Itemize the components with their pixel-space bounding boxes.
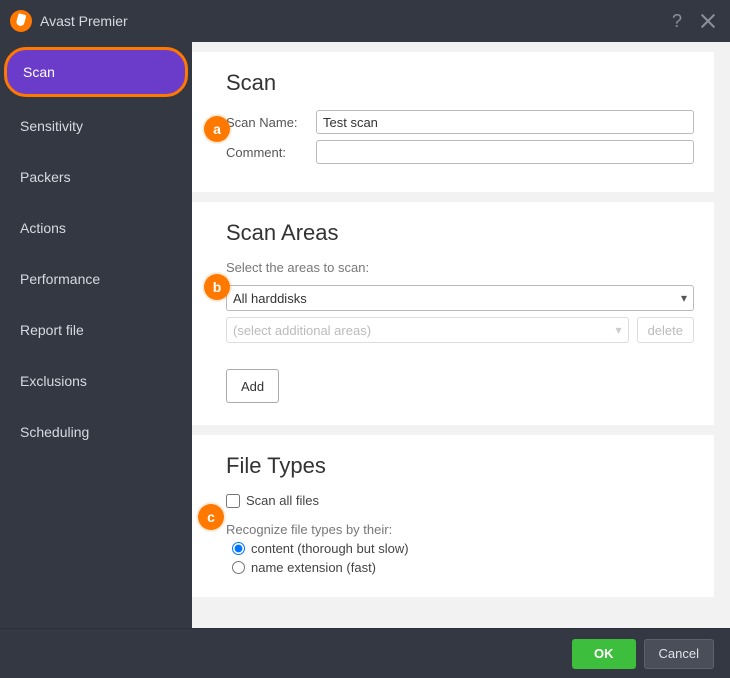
radio-name-ext[interactable] (232, 561, 245, 574)
window-title: Avast Premier (40, 13, 128, 29)
sidebar-item-label: Exclusions (20, 373, 87, 389)
sidebar-item-label: Report file (20, 322, 84, 338)
card-file-types: File Types Scan all files Recognize file… (192, 435, 714, 597)
row-scan-all[interactable]: Scan all files (226, 493, 694, 508)
sidebar-item-sensitivity[interactable]: Sensitivity (4, 101, 188, 151)
titlebar: Avast Premier ? (0, 0, 730, 42)
sidebar-item-label: Scan (23, 64, 55, 80)
sidebar-item-label: Scheduling (20, 424, 89, 440)
additional-areas-placeholder: (select additional areas) (233, 323, 371, 338)
label-scan-name: Scan Name: (226, 115, 316, 130)
row-additional: (select additional areas) ▾ delete (226, 317, 694, 343)
scan-all-checkbox[interactable] (226, 494, 240, 508)
comment-input[interactable] (316, 140, 694, 164)
row-scan-name: Scan Name: (226, 110, 694, 134)
close-icon[interactable] (700, 13, 716, 29)
add-button[interactable]: Add (226, 369, 279, 403)
areas-select-value: All harddisks (233, 291, 307, 306)
additional-areas-select[interactable]: (select additional areas) ▾ (226, 317, 629, 343)
ok-button[interactable]: OK (572, 639, 636, 669)
sidebar-item-packers[interactable]: Packers (4, 152, 188, 202)
callout-b: b (204, 274, 230, 300)
sidebar-item-label: Actions (20, 220, 66, 236)
avast-logo-icon (10, 10, 32, 32)
cancel-button[interactable]: Cancel (644, 639, 714, 669)
sidebar-item-exclusions[interactable]: Exclusions (4, 356, 188, 406)
row-comment: Comment: (226, 140, 694, 164)
sidebar-item-report-file[interactable]: Report file (4, 305, 188, 355)
sidebar-item-label: Packers (20, 169, 71, 185)
label-comment: Comment: (226, 145, 316, 160)
content-scroll[interactable]: Scan Scan Name: Comment: Scan Areas Sele… (192, 42, 730, 628)
heading-scan-areas: Scan Areas (226, 220, 694, 246)
card-scan: Scan Scan Name: Comment: (192, 52, 714, 192)
callout-a: a (204, 116, 230, 142)
scan-all-label: Scan all files (246, 493, 319, 508)
content: a b c Scan Scan Name: Comment: Scan A (192, 42, 730, 628)
radio-content[interactable] (232, 542, 245, 555)
sidebar-item-label: Performance (20, 271, 100, 287)
chevron-down-icon: ▾ (681, 291, 687, 305)
card-scan-areas: Scan Areas Select the areas to scan: All… (192, 202, 714, 425)
heading-file-types: File Types (226, 453, 694, 479)
opt-name-label: name extension (fast) (251, 560, 376, 575)
row-opt-content[interactable]: content (thorough but slow) (232, 541, 694, 556)
sidebar-item-scan[interactable]: Scan (4, 47, 188, 97)
sidebar-item-performance[interactable]: Performance (4, 254, 188, 304)
sidebar-item-scheduling[interactable]: Scheduling (4, 407, 188, 457)
opt-content-label: content (thorough but slow) (251, 541, 409, 556)
heading-scan: Scan (226, 70, 694, 96)
label-recognize: Recognize file types by their: (226, 522, 694, 537)
row-opt-name[interactable]: name extension (fast) (232, 560, 694, 575)
hint-areas: Select the areas to scan: (226, 260, 694, 275)
scan-name-input[interactable] (316, 110, 694, 134)
callout-c: c (198, 504, 224, 530)
areas-select[interactable]: All harddisks ▾ (226, 285, 694, 311)
settings-window: Avast Premier ? Scan Sensitivity Packers… (0, 0, 730, 678)
delete-button[interactable]: delete (637, 317, 694, 343)
help-icon[interactable]: ? (672, 11, 682, 32)
sidebar-item-actions[interactable]: Actions (4, 203, 188, 253)
sidebar: Scan Sensitivity Packers Actions Perform… (0, 42, 192, 628)
body: Scan Sensitivity Packers Actions Perform… (0, 42, 730, 628)
footer: OK Cancel (0, 628, 730, 678)
sidebar-item-label: Sensitivity (20, 118, 83, 134)
chevron-down-icon: ▾ (616, 323, 622, 337)
